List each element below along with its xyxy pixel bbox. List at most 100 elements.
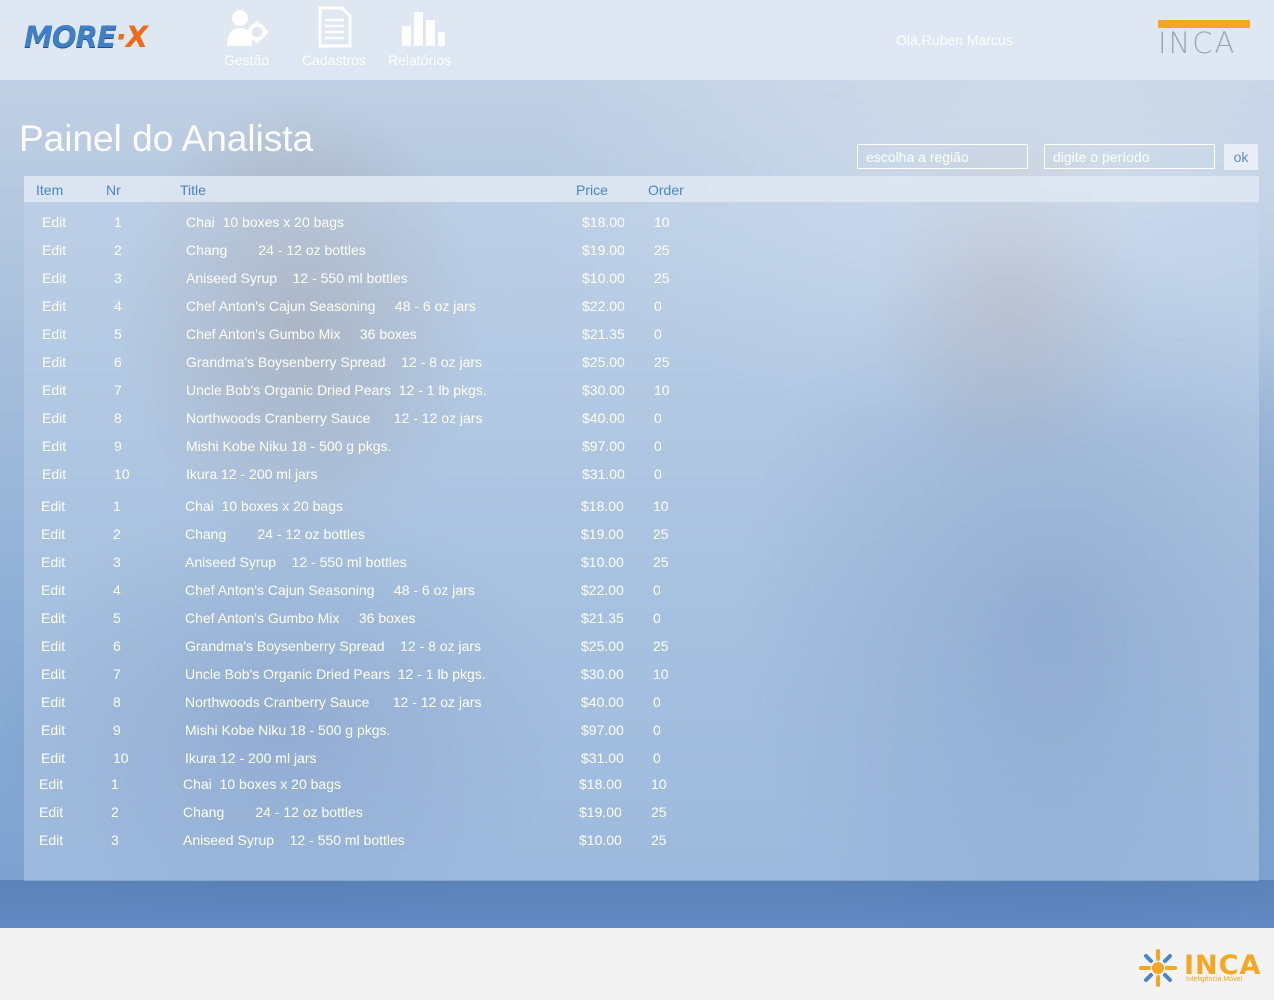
nav-relatorios[interactable]: Relatórios (388, 6, 451, 68)
sun-gear-icon (1139, 949, 1177, 987)
table-row: Edit 3 Aniseed Syrup 12 - 550 ml bottles $1… (24, 832, 1259, 860)
edit-link[interactable]: Edit (41, 694, 65, 710)
more-x-logo[interactable]: MORE·X (24, 20, 148, 60)
nav-cadastros-label: Cadastros (302, 52, 366, 68)
edit-link[interactable]: Edit (39, 776, 63, 792)
column-header-title[interactable]: Title (180, 182, 206, 198)
cell-price: $19.00 (581, 526, 624, 542)
edit-link[interactable]: Edit (42, 466, 66, 482)
edit-link[interactable]: Edit (39, 804, 63, 820)
edit-link[interactable]: Edit (41, 554, 65, 570)
cell-order: 25 (654, 270, 670, 286)
table-row: Edit 7 Uncle Bob's Organic Dried Pears 12 … (24, 382, 1259, 410)
cell-nr: 6 (114, 354, 122, 370)
cell-nr: 8 (114, 410, 122, 426)
cell-order: 10 (654, 382, 670, 398)
table-row: Edit 5 Chef Anton's Gumbo Mix 36 boxes $21.… (24, 326, 1259, 354)
cell-order: 10 (653, 666, 669, 682)
cell-order: 10 (651, 776, 667, 792)
column-header-price[interactable]: Price (576, 182, 608, 198)
cell-nr: 7 (113, 666, 121, 682)
cell-nr: 1 (111, 776, 119, 792)
cell-order: 0 (653, 694, 661, 710)
edit-link[interactable]: Edit (42, 410, 66, 426)
table-row: Edit 10 Ikura 12 - 200 ml jars $31.00 0 (24, 750, 1259, 778)
cell-nr: 2 (111, 804, 119, 820)
page-title: Painel do Analista (19, 118, 314, 159)
table-row: Edit 5 Chef Anton's Gumbo Mix 36 boxes $21.… (24, 610, 1259, 638)
background-bottom-band (0, 880, 1274, 928)
inca-logo-text: INCA (1158, 26, 1237, 60)
cell-order: 10 (654, 214, 670, 230)
cell-title: Northwoods Cranberry Sauce 12 - 12 oz ja… (186, 410, 483, 426)
cell-order: 25 (651, 804, 667, 820)
cell-price: $97.00 (581, 722, 624, 738)
edit-link[interactable]: Edit (41, 722, 65, 738)
cell-price: $21.35 (581, 610, 624, 626)
column-header-item[interactable]: Item (36, 182, 63, 198)
edit-link[interactable]: Edit (41, 750, 65, 766)
cell-title: Chef Anton's Cajun Seasoning 48 - 6 oz j… (185, 582, 475, 598)
edit-link[interactable]: Edit (42, 298, 66, 314)
cell-title: Uncle Bob's Organic Dried Pears 12 - 1 l… (185, 666, 486, 682)
table-row: Edit 4 Chef Anton's Cajun Seasoning 48 - 6… (24, 582, 1259, 610)
cell-nr: 3 (113, 554, 121, 570)
period-input[interactable] (1044, 144, 1215, 169)
edit-link[interactable]: Edit (42, 354, 66, 370)
cell-nr: 3 (111, 832, 119, 848)
cell-price: $40.00 (581, 694, 624, 710)
table-row: Edit 2 Chang 24 - 12 oz bottles $19.00 25 (24, 804, 1259, 832)
cell-nr: 8 (113, 694, 121, 710)
cell-price: $40.00 (582, 410, 625, 426)
cell-title: Chang 24 - 12 oz bottles (186, 242, 366, 258)
cell-title: Northwoods Cranberry Sauce 12 - 12 oz ja… (185, 694, 482, 710)
edit-link[interactable]: Edit (42, 242, 66, 258)
edit-link[interactable]: Edit (41, 666, 65, 682)
cell-price: $10.00 (582, 270, 625, 286)
cell-order: 10 (653, 498, 669, 514)
nav-cadastros[interactable]: Cadastros (302, 6, 366, 68)
edit-link[interactable]: Edit (41, 526, 65, 542)
cell-nr: 5 (114, 326, 122, 342)
cell-title: Chef Anton's Cajun Seasoning 48 - 6 oz j… (186, 298, 476, 314)
ok-button[interactable]: ok (1224, 144, 1258, 170)
edit-link[interactable]: Edit (41, 610, 65, 626)
cell-order: 25 (653, 526, 669, 542)
cell-price: $19.00 (579, 804, 622, 820)
cell-nr: 2 (114, 242, 122, 258)
cell-title: Grandma's Boysenberry Spread 12 - 8 oz j… (185, 638, 482, 654)
edit-link[interactable]: Edit (41, 498, 65, 514)
edit-link[interactable]: Edit (39, 832, 63, 848)
cell-title: Mishi Kobe Niku 18 - 500 g pkgs. (185, 722, 391, 738)
region-input[interactable] (857, 144, 1028, 169)
cell-price: $22.00 (582, 298, 625, 314)
cell-price: $22.00 (581, 582, 624, 598)
column-header-order[interactable]: Order (648, 182, 684, 198)
cell-nr: 6 (113, 638, 121, 654)
column-header-nr[interactable]: Nr (106, 182, 121, 198)
table-row: Edit 8 Northwoods Cranberry Sauce 12 - 12 … (24, 694, 1259, 722)
edit-link[interactable]: Edit (42, 438, 66, 454)
edit-link[interactable]: Edit (42, 214, 66, 230)
edit-link[interactable]: Edit (41, 582, 65, 598)
nav-relatorios-label: Relatórios (388, 52, 452, 68)
cell-title: Chai 10 boxes x 20 bags (183, 776, 341, 792)
nav-gestao[interactable]: Gestão (224, 6, 269, 68)
cell-nr: 1 (113, 498, 121, 514)
edit-link[interactable]: Edit (42, 382, 66, 398)
table-row: Edit 3 Aniseed Syrup 12 - 550 ml bottles $1… (24, 554, 1259, 582)
cell-order: 25 (654, 354, 670, 370)
inca-logo: INCA (1158, 20, 1250, 58)
edit-link[interactable]: Edit (42, 326, 66, 342)
edit-link[interactable]: Edit (42, 270, 66, 286)
table-header: Item Nr Title Price Order (24, 176, 1259, 202)
edit-link[interactable]: Edit (41, 638, 65, 654)
cell-nr: 2 (113, 526, 121, 542)
cell-title: Ikura 12 - 200 ml jars (186, 466, 318, 482)
cell-order: 0 (654, 438, 662, 454)
document-list-icon (318, 6, 352, 48)
user-greeting[interactable]: Olá,Ruben Marcus (896, 32, 1013, 48)
cell-nr: 10 (114, 466, 130, 482)
table-row: Edit 1 Chai 10 boxes x 20 bags $18.00 10 (24, 776, 1259, 804)
table-row: Edit 7 Uncle Bob's Organic Dried Pears 12 … (24, 666, 1259, 694)
